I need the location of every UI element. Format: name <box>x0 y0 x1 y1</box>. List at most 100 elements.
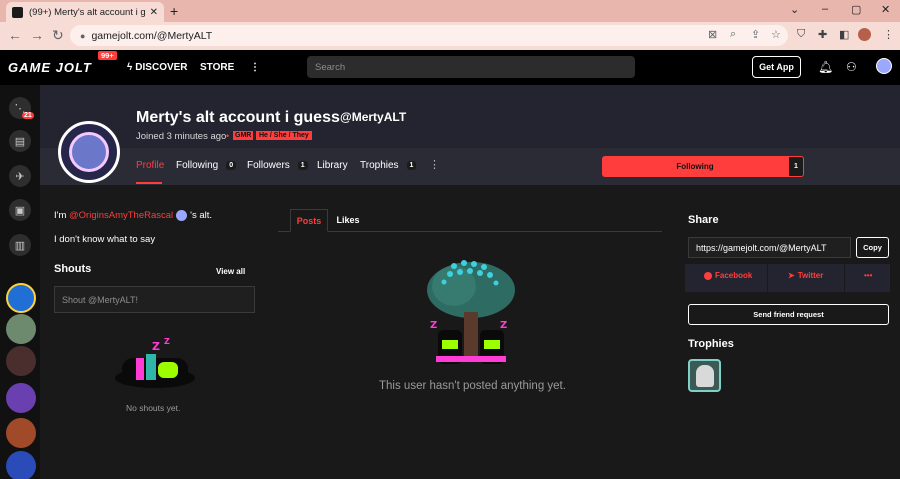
reload-icon[interactable]: ↻ <box>52 27 64 44</box>
no-shouts-text: No shouts yet. <box>126 403 181 413</box>
bio-mention-link[interactable]: @OriginsAmyTheRascal <box>69 210 173 221</box>
tab-library[interactable]: Library <box>317 160 348 171</box>
community-icon-2[interactable] <box>6 314 36 344</box>
community-icon-4[interactable] <box>6 383 36 413</box>
svg-text:Z: Z <box>164 337 170 346</box>
bio-line-1: I'm @OriginsAmyTheRascal 's alt. <box>54 210 212 221</box>
tab-profile[interactable]: Profile <box>136 160 164 171</box>
community-sonic-origins-icon[interactable] <box>6 283 36 313</box>
copy-button[interactable]: Copy <box>856 237 889 258</box>
twitter-icon: ➤ <box>788 271 795 280</box>
facebook-icon <box>704 271 712 280</box>
get-app-button[interactable]: Get App <box>752 56 801 78</box>
community-icon-5[interactable] <box>6 418 36 448</box>
community-icon-6[interactable] <box>6 451 36 479</box>
new-tab-icon[interactable]: + <box>170 3 178 19</box>
share-heading: Share <box>688 214 719 226</box>
trophy-icon[interactable] <box>688 359 721 392</box>
discover-label: DISCOVER <box>135 62 188 73</box>
extensions-puzzle-icon[interactable]: ✚ <box>818 28 827 41</box>
gmr-tag: GMR <box>233 131 254 140</box>
follow-count: 1 <box>788 156 804 177</box>
gamejolt-favicon-icon <box>12 6 23 18</box>
share-divider <box>844 264 845 292</box>
tab-posts[interactable]: Posts <box>290 209 328 232</box>
more-menu-icon[interactable]: ⋮ <box>250 62 260 73</box>
active-tab-underline <box>136 182 162 184</box>
share-page-icon[interactable]: ⇪ <box>751 28 760 41</box>
tab-trophies-label: Trophies <box>360 160 399 171</box>
friends-icon[interactable]: ⚇ <box>846 60 857 74</box>
bio-suffix: 's alt. <box>190 210 213 221</box>
view-all-link[interactable]: View all <box>216 267 245 276</box>
bolt-icon: ϟ <box>127 62 133 73</box>
maximize-icon[interactable]: ▢ <box>851 3 861 16</box>
forward-icon[interactable]: → <box>30 27 44 43</box>
svg-text:Z: Z <box>430 320 437 331</box>
separator-dot: • <box>226 131 230 141</box>
community-icon-3[interactable] <box>6 346 36 376</box>
share-more-icon[interactable]: ••• <box>864 271 872 280</box>
svg-text:Z: Z <box>152 340 160 353</box>
chrome-menu-icon[interactable]: ⋮ <box>883 28 894 41</box>
notification-badge: 99+ <box>98 51 117 60</box>
user-avatar[interactable] <box>876 58 892 74</box>
share-url-field[interactable]: https://gamejolt.com/@MertyALT <box>688 237 851 258</box>
following-button[interactable]: Following <box>602 156 788 177</box>
bio-line-2: I don't know what to say <box>54 234 156 245</box>
tab-likes[interactable]: Likes <box>331 209 365 231</box>
tab-search-icon[interactable]: ⌄ <box>790 3 799 16</box>
tab-following-label: Following <box>176 160 219 171</box>
twitter-label: Twitter <box>797 271 824 280</box>
svg-text:Z: Z <box>500 320 507 331</box>
profile-avatar-icon[interactable] <box>858 28 871 41</box>
side-panel-icon[interactable]: ◧ <box>839 28 849 41</box>
url-text: gamejolt.com/@MertyALT <box>91 29 213 42</box>
minimize-icon[interactable]: – <box>822 3 828 15</box>
facebook-share-button[interactable]: Facebook <box>704 271 752 280</box>
playlists-icon[interactable]: ▥ <box>9 234 31 256</box>
pronouns-tag: He / She / They <box>256 131 312 140</box>
followers-count: 1 <box>297 161 308 170</box>
bookmark-star-icon[interactable]: ☆ <box>771 28 781 41</box>
search-input[interactable]: Search <box>307 56 635 78</box>
activity-badge: 21 <box>22 112 34 119</box>
tab-followers-label: Followers <box>247 160 290 171</box>
tab-following[interactable]: Following 0 <box>176 160 237 171</box>
shout-input[interactable]: Shout @MertyALT! <box>54 286 255 313</box>
close-window-icon[interactable]: ✕ <box>881 3 890 16</box>
rocket-icon[interactable]: ✈ <box>9 165 31 187</box>
address-bar[interactable]: ● gamejolt.com/@MertyALT <box>70 25 788 46</box>
send-friend-request-button[interactable]: Send friend request <box>688 304 889 325</box>
translate-icon[interactable]: ⊠ <box>708 28 717 41</box>
share-divider <box>767 264 768 292</box>
chat-icon[interactable]: ▣ <box>9 199 31 221</box>
tab-trophies[interactable]: Trophies 1 <box>360 160 417 171</box>
extension-shield-icon[interactable]: ⛉ <box>797 28 805 41</box>
tab-followers[interactable]: Followers 1 <box>247 160 308 171</box>
feed-tabs-divider <box>278 231 662 232</box>
sleeping-mascot-illustration: Z Z <box>115 337 195 388</box>
zoom-icon[interactable]: ⌕ <box>730 28 736 41</box>
back-icon[interactable]: ← <box>8 27 22 43</box>
facebook-label: Facebook <box>715 271 753 280</box>
close-tab-icon[interactable]: ✕ <box>150 7 158 18</box>
discover-link[interactable]: ϟ DISCOVER <box>127 62 188 73</box>
library-icon[interactable]: ▤ <box>9 130 31 152</box>
profile-more-icon[interactable]: ⋮ <box>429 158 440 171</box>
bio-prefix: I'm <box>54 210 70 221</box>
sleeping-under-tree-illustration: Z Z <box>427 260 515 364</box>
shouts-heading: Shouts <box>54 263 92 275</box>
gamejolt-logo[interactable]: GAME JOLT <box>8 60 92 75</box>
store-link[interactable]: STORE <box>200 62 234 73</box>
mention-avatar <box>176 210 188 221</box>
bell-icon[interactable]: 🔔︎ <box>818 60 833 74</box>
display-name: Merty's alt account i guess <box>136 109 340 126</box>
twitter-share-button[interactable]: ➤ Twitter <box>788 271 823 280</box>
browser-tab[interactable]: (99+) Merty's alt account i guess ✕ <box>6 2 164 22</box>
profile-avatar[interactable] <box>58 121 120 183</box>
trophies-heading: Trophies <box>688 338 734 350</box>
browser-tab-title: (99+) Merty's alt account i guess <box>29 6 146 18</box>
trophies-count: 1 <box>406 161 417 170</box>
no-posts-text: This user hasn't posted anything yet. <box>379 380 566 392</box>
